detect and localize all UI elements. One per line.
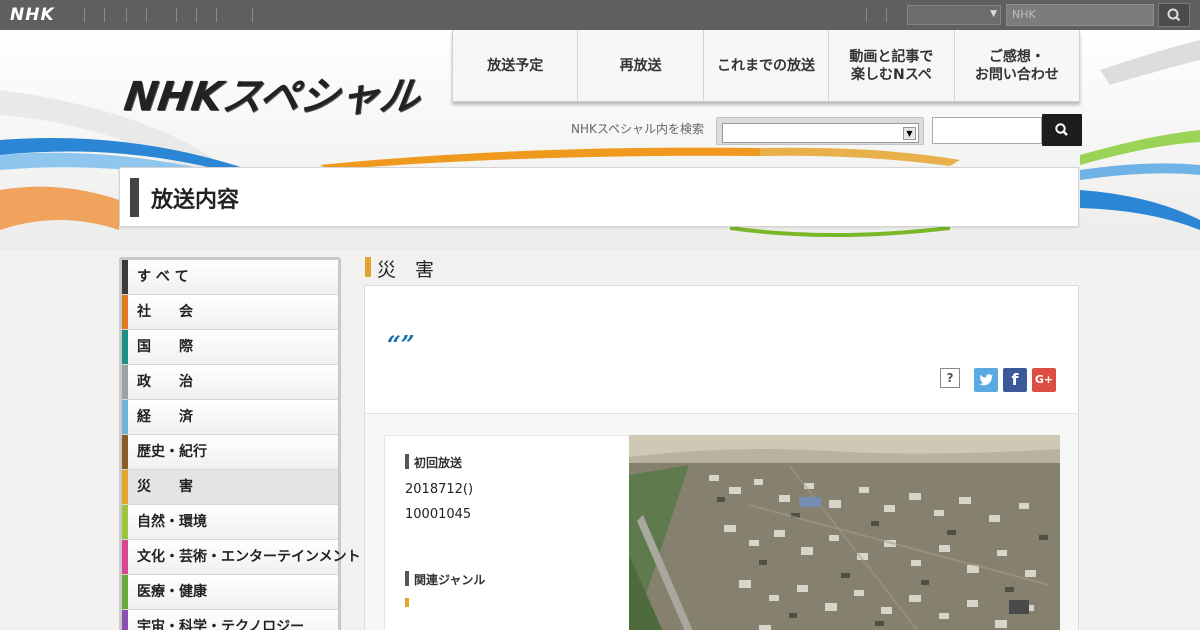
program-title-box: “” ? f G+ bbox=[365, 286, 1078, 414]
facebook-share-button[interactable]: f bbox=[1003, 368, 1027, 392]
sidebar-item-label: 文化・芸術・エンターテインメント bbox=[137, 549, 361, 565]
genre-list: す べ て 社 会 国 際 政 治 経 済 歴史・紀行 災 害 自然・環境 文化… bbox=[122, 260, 361, 630]
genre-tag-disaster[interactable] bbox=[405, 598, 409, 607]
twitter-share-button[interactable] bbox=[974, 368, 998, 392]
broadcast-info: 初回放送 2018712() 10001045 関連ジャンル bbox=[384, 435, 630, 630]
search-icon bbox=[1055, 123, 1068, 136]
region-select[interactable]: ▼ bbox=[907, 5, 1001, 25]
genre-sidebar: す べ て 社 会 国 際 政 治 経 済 歴史・紀行 災 害 自然・環境 文化… bbox=[119, 257, 361, 630]
genre-color-stripe bbox=[122, 575, 128, 609]
sidebar-item-disaster[interactable]: 災 害 bbox=[122, 470, 338, 505]
program-photo-flood-aerial bbox=[629, 435, 1060, 630]
nhk-search-input[interactable]: NHK bbox=[1006, 4, 1154, 26]
genre-color-stripe bbox=[122, 610, 128, 630]
site-search-input[interactable] bbox=[932, 117, 1042, 144]
first-broadcast-label: 初回放送 bbox=[405, 454, 462, 471]
site-search-category-select[interactable]: ▼ bbox=[716, 117, 924, 145]
sidebar-item-science[interactable]: 宇宙・科学・テクノロジー bbox=[122, 610, 338, 630]
page-title-band: 放送内容 bbox=[119, 167, 1079, 227]
sidebar-item-history[interactable]: 歴史・紀行 bbox=[122, 435, 338, 470]
nav-rebroadcast[interactable]: 再放送 bbox=[578, 30, 704, 101]
twitter-icon bbox=[979, 374, 993, 386]
program-title: “” bbox=[387, 330, 415, 359]
sidebar-item-label: 政 治 bbox=[137, 374, 193, 390]
divider bbox=[866, 8, 867, 22]
sidebar-item-label: 経 済 bbox=[137, 409, 193, 425]
search-icon bbox=[1167, 8, 1181, 22]
sidebar-item-international[interactable]: 国 際 bbox=[122, 330, 338, 365]
site-search-label: NHKスペシャル内を検索 bbox=[571, 122, 705, 136]
sidebar-item-all[interactable]: す べ て bbox=[122, 260, 338, 295]
nhk-global-bar: NHK ▼ NHK bbox=[0, 0, 1200, 30]
nhk-logo[interactable]: NHK bbox=[10, 5, 55, 25]
sidebar-item-nature[interactable]: 自然・環境 bbox=[122, 505, 338, 540]
divider bbox=[146, 8, 147, 22]
sidebar-item-label: 国 際 bbox=[137, 339, 193, 355]
genre-color-stripe bbox=[122, 330, 128, 364]
divider bbox=[176, 8, 177, 22]
sidebar-item-politics[interactable]: 政 治 bbox=[122, 365, 338, 400]
select-box[interactable]: ▼ bbox=[722, 123, 919, 143]
title-accent-bar bbox=[130, 178, 139, 217]
divider bbox=[126, 8, 127, 22]
genre-color-stripe bbox=[122, 435, 128, 469]
sidebar-item-label: 自然・環境 bbox=[137, 514, 207, 530]
nav-feedback[interactable]: ご感想・ お問い合わせ bbox=[955, 30, 1079, 101]
sidebar-item-health[interactable]: 医療・健康 bbox=[122, 575, 338, 610]
divider bbox=[84, 8, 85, 22]
divider bbox=[252, 8, 253, 22]
genre-color-stripe bbox=[122, 400, 128, 434]
first-broadcast-time: 10001045 bbox=[405, 507, 472, 522]
nhk-search-button[interactable] bbox=[1158, 3, 1190, 27]
sidebar-item-label: 社 会 bbox=[137, 304, 193, 320]
sidebar-item-label: す べ て bbox=[137, 269, 189, 285]
sidebar-item-economy[interactable]: 経 済 bbox=[122, 400, 338, 435]
related-genre-label: 関連ジャンル bbox=[405, 571, 485, 588]
nav-schedule[interactable]: 放送予定 bbox=[453, 30, 579, 101]
divider bbox=[104, 8, 105, 22]
sidebar-item-label: 災 害 bbox=[137, 479, 193, 495]
nav-past-broadcasts[interactable]: これまでの放送 bbox=[704, 30, 830, 101]
chevron-down-icon: ▼ bbox=[903, 127, 916, 140]
site-search-button[interactable] bbox=[1042, 114, 1082, 146]
sidebar-item-society[interactable]: 社 会 bbox=[122, 295, 338, 330]
genre-color-stripe bbox=[122, 540, 128, 574]
first-broadcast-date: 2018712() bbox=[405, 482, 474, 497]
program-panel: “” ? f G+ 初回放送 2018712() 10001045 関連ジャンル bbox=[364, 285, 1079, 630]
sidebar-item-label: 医療・健康 bbox=[137, 584, 207, 600]
divider bbox=[196, 8, 197, 22]
help-button[interactable]: ? bbox=[940, 368, 960, 388]
genre-color-stripe bbox=[122, 470, 128, 504]
sidebar-item-label: 歴史・紀行 bbox=[137, 444, 207, 460]
genre-color-stripe bbox=[122, 505, 128, 539]
category-accent-bar bbox=[365, 257, 371, 277]
main-nav: 放送予定 再放送 これまでの放送 動画と記事で 楽しむNスペ ご感想・ お問い合… bbox=[452, 30, 1080, 102]
genre-color-stripe bbox=[122, 295, 128, 329]
nav-videos-articles[interactable]: 動画と記事で 楽しむNスペ bbox=[829, 30, 955, 101]
divider bbox=[886, 8, 887, 22]
page-title: 放送内容 bbox=[151, 188, 240, 213]
chevron-down-icon: ▼ bbox=[990, 9, 997, 19]
sidebar-item-label: 宇宙・科学・テクノロジー bbox=[137, 619, 305, 630]
genre-color-stripe bbox=[122, 365, 128, 399]
category-title: 災 害 bbox=[377, 259, 435, 281]
sidebar-item-culture[interactable]: 文化・芸術・エンターテインメント bbox=[122, 540, 361, 575]
genre-color-stripe bbox=[122, 260, 128, 294]
divider bbox=[216, 8, 217, 22]
flood-aerial-image bbox=[629, 435, 1060, 630]
google-plus-share-button[interactable]: G+ bbox=[1032, 368, 1056, 392]
nhk-special-logo[interactable]: NHKスペシャル bbox=[121, 64, 424, 122]
